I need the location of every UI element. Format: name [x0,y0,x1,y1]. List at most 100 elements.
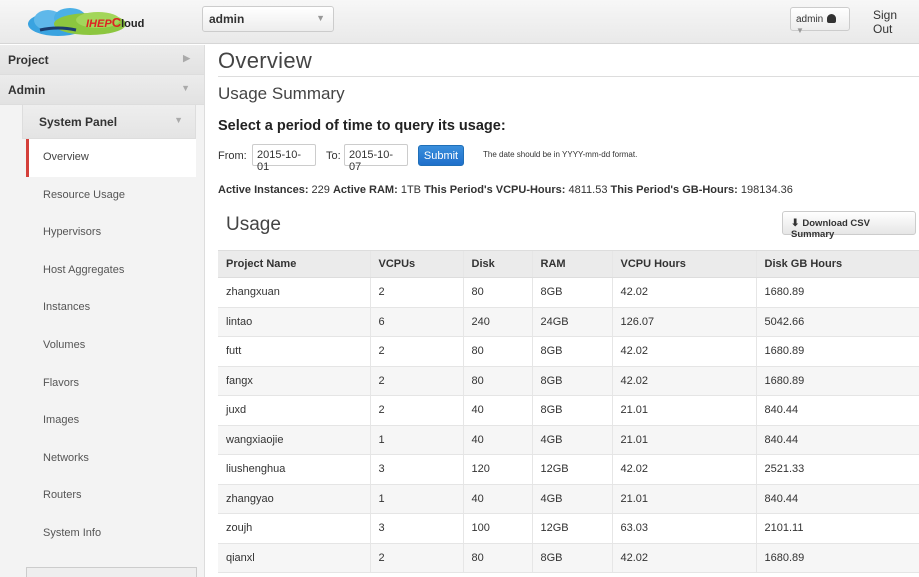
cell-vcpu-hours: 42.02 [611,336,756,367]
date-format-hint: The date should be in YYYY-mm-dd format. [483,150,638,159]
cell-vcpu-hours: 42.02 [611,277,756,308]
project-selector[interactable]: admin ▼ [202,6,334,32]
cell-vcpu-hours: 42.02 [611,454,756,485]
dashboard-admin[interactable]: Admin ▼ [0,75,204,105]
cell-vcpus: 2 [369,277,463,308]
cell-vcpus: 1 [369,484,463,514]
brand-name: IHEPCloud [86,15,145,30]
sidebar-item-networks[interactable]: Networks [26,440,196,478]
usage-table: Project Name VCPUs Disk RAM VCPU Hours D… [218,250,919,573]
table-header-row: Project Name VCPUs Disk RAM VCPU Hours D… [218,250,919,278]
sidebar-item-system-info[interactable]: System Info [26,515,196,553]
vcpu-hours-value: 4811.53 [568,184,608,196]
table-row: zhangxuan 2 80 8GB 42.02 1680.89 [218,277,919,308]
usage-header: Usage ⬇ Download CSV Summary [218,210,919,250]
column-header-project-name[interactable]: Project Name [218,250,370,278]
sidebar-item-volumes[interactable]: Volumes [26,327,196,365]
column-header-vcpus[interactable]: VCPUs [369,250,463,278]
download-icon: ⬇ [791,218,800,229]
cell-project-name[interactable]: qianxl [218,543,370,573]
cell-project-name[interactable]: zoujh [218,513,370,544]
panel-system[interactable]: System Panel ▼ [22,105,196,139]
column-header-disk-gb-hours[interactable]: Disk GB Hours [755,250,919,278]
sidebar-item-hypervisors[interactable]: Hypervisors [26,214,196,252]
sidebar-item-overview[interactable]: Overview [26,139,196,177]
sidebar-next-panel[interactable] [26,567,197,577]
from-date-input[interactable]: 2015-10-01 [252,144,316,173]
cell-vcpus: 1 [369,425,463,455]
table-row: juxd 2 40 8GB 21.01 840.44 [218,395,919,426]
cell-ram: 8GB [531,395,612,426]
submit-button[interactable]: Submit [418,145,464,166]
cell-disk-gb-hours: 840.44 [755,395,919,426]
cell-disk-gb-hours: 1680.89 [755,277,919,308]
table-row: qianxl 2 80 8GB 42.02 1680.89 [218,543,919,573]
cell-ram: 4GB [531,425,612,455]
cell-vcpu-hours: 21.01 [611,395,756,426]
cell-disk-gb-hours: 2101.11 [755,513,919,544]
cell-vcpus: 2 [369,336,463,367]
cell-ram: 12GB [531,513,612,544]
chevron-down-icon: ▼ [174,115,183,125]
column-header-disk[interactable]: Disk [462,250,532,278]
usage-stats: Active Instances: 229 Active RAM: 1TB Th… [218,184,919,202]
cell-project-name[interactable]: futt [218,336,370,367]
brand-logo[interactable]: IHEPCloud [0,0,200,44]
system-panel-nav: Overview Resource Usage Hypervisors Host… [26,139,196,553]
table-row: wangxiaojie 1 40 4GB 21.01 840.44 [218,425,919,455]
cell-project-name[interactable]: lintao [218,307,370,337]
cell-project-name[interactable]: juxd [218,395,370,426]
dashboard-admin-label: Admin [8,83,46,97]
sidebar-item-instances[interactable]: Instances [26,289,196,327]
cell-vcpus: 2 [369,366,463,396]
dashboard-project[interactable]: Project ▶ [0,45,204,75]
cell-project-name[interactable]: fangx [218,366,370,396]
panel-system-label: System Panel [39,115,118,129]
user-menu-label: admin [796,14,824,25]
user-icon [827,14,837,23]
cell-vcpu-hours: 63.03 [611,513,756,544]
chevron-down-icon: ▼ [316,13,325,23]
instances-label: Active Instances: [218,184,309,196]
cell-disk: 120 [462,454,532,485]
cell-ram: 4GB [531,484,612,514]
column-header-ram[interactable]: RAM [531,250,612,278]
to-label: To: [326,150,341,162]
cell-project-name[interactable]: liushenghua [218,454,370,485]
column-header-vcpu-hours[interactable]: VCPU Hours [611,250,756,278]
sidebar-item-flavors[interactable]: Flavors [26,365,196,403]
cell-ram: 24GB [531,307,612,337]
cell-disk: 100 [462,513,532,544]
cell-ram: 8GB [531,366,612,396]
cell-project-name[interactable]: zhangyao [218,484,370,514]
cell-disk-gb-hours: 840.44 [755,425,919,455]
gb-hours-value: 198134.36 [740,184,793,196]
sign-out-link[interactable]: Sign Out [873,8,919,36]
cell-disk: 40 [462,425,532,455]
table-row: zoujh 3 100 12GB 63.03 2101.11 [218,513,919,544]
sidebar-item-images[interactable]: Images [26,402,196,440]
cell-disk-gb-hours: 1680.89 [755,543,919,573]
cell-project-name[interactable]: zhangxuan [218,277,370,308]
cell-project-name[interactable]: wangxiaojie [218,425,370,455]
top-bar: IHEPCloud admin ▼ admin ▼ Sign Out [0,0,919,44]
sidebar-item-routers[interactable]: Routers [26,477,196,515]
sidebar-item-resource-usage[interactable]: Resource Usage [26,177,196,215]
date-range-form: From: 2015-10-01 To: 2015-10-07 Submit T… [218,144,919,173]
table-row: fangx 2 80 8GB 42.02 1680.89 [218,366,919,396]
to-date-input[interactable]: 2015-10-07 [344,144,408,173]
cell-vcpus: 6 [369,307,463,337]
table-row: liushenghua 3 120 12GB 42.02 2521.33 [218,454,919,485]
sidebar-item-host-aggregates[interactable]: Host Aggregates [26,252,196,290]
chevron-right-icon: ▶ [183,53,190,63]
usage-summary-heading: Usage Summary [218,84,345,103]
cell-vcpus: 3 [369,513,463,544]
cell-vcpus: 2 [369,543,463,573]
download-csv-label: Download CSV Summary [791,218,870,240]
gb-hours-label: This Period's GB-Hours: [610,184,738,196]
download-csv-button[interactable]: ⬇ Download CSV Summary [782,211,916,240]
vcpu-hours-label: This Period's VCPU-Hours: [424,184,566,196]
user-menu[interactable]: admin ▼ [790,7,850,35]
usage-table-body: zhangxuan 2 80 8GB 42.02 1680.89 lintao 6 240 24G… [218,277,919,573]
cell-vcpu-hours: 42.02 [611,366,756,396]
